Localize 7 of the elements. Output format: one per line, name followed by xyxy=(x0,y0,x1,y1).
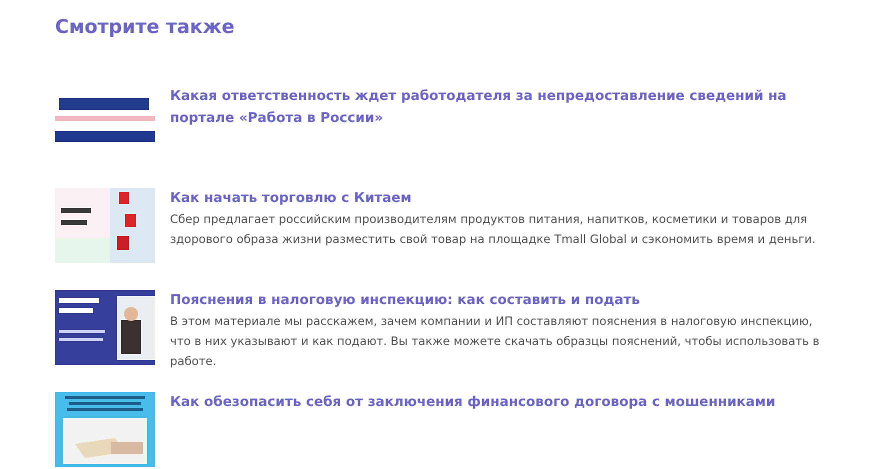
article-title-link[interactable]: Пояснения в налоговую инспекцию: как составить и подать xyxy=(170,289,640,311)
section-heading: Смотрите также xyxy=(55,15,236,40)
article-title-link[interactable]: Как начать торговлю с Китаем xyxy=(170,187,412,209)
article-summary: Сбер предлагает российским производителям продуктов питания, напитков, косметики и товаров для здорового образа жизни разместить свой товар на площадке Tmall Global и сэкономить время и деньги. xyxy=(170,211,817,248)
article-title-link[interactable]: Как обезопасить себя от заключения финансового договора с мошенниками xyxy=(170,391,776,413)
article-title-link[interactable]: Какая ответственность ждет работодателя за непредоставление сведений на портале «Работа в России» xyxy=(170,85,820,129)
article-summary: В этом материале мы расскажем, зачем компании и ИП составляют пояснения в налоговую инспекцию, что в них указывают и как подают. Вы также можете скачать образцы пояснений, чтобы использовать в работе. xyxy=(170,313,820,370)
